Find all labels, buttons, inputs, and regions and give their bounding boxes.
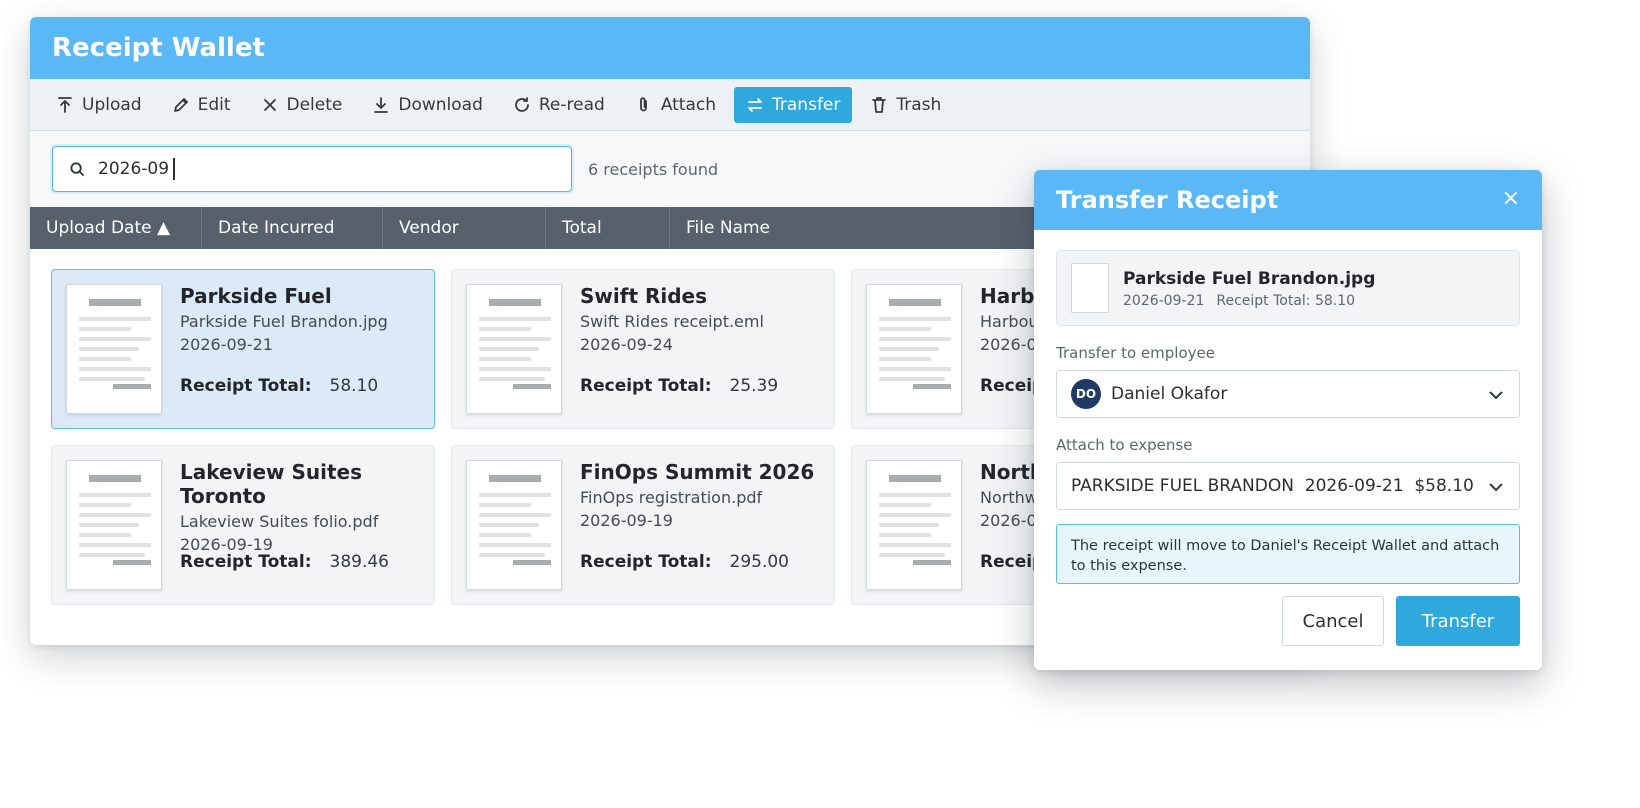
download-icon xyxy=(374,96,389,113)
download-label: Download xyxy=(398,94,483,115)
transfer-receipt-dialog: Transfer Receipt × Parkside Fuel Brandon… xyxy=(1034,170,1542,670)
receipt-card[interactable]: Parkside Fuel Parkside Fuel Brandon.jpg … xyxy=(51,269,435,429)
chevron-down-icon xyxy=(1489,391,1503,400)
trash-label: Trash xyxy=(896,94,942,115)
text-caret xyxy=(173,158,176,180)
expense-field-label: Attach to expense xyxy=(1056,436,1193,454)
cancel-button[interactable]: Cancel xyxy=(1282,596,1384,646)
employee-name: Daniel Okafor xyxy=(1111,384,1228,404)
receipt-thumbnail xyxy=(66,460,162,590)
receipt-card[interactable]: Swift Rides Swift Rides receipt.eml 2026… xyxy=(451,269,835,429)
receipt-date: 2026-09-24 xyxy=(580,335,673,354)
attach-label: Attach xyxy=(660,94,717,115)
receipt-total-amount: 295.00 xyxy=(729,552,789,572)
summary-total: Receipt Total: 58.10 xyxy=(1216,293,1356,309)
summary-date: 2026-09-21 xyxy=(1123,293,1205,309)
receipt-thumbnail xyxy=(466,460,562,590)
receipt-thumbnail xyxy=(866,460,962,590)
pencil-icon xyxy=(173,97,188,112)
receipt-vendor: Lakeview Suites Toronto xyxy=(180,460,362,508)
transfer-label: Transfer xyxy=(772,94,841,115)
edit-button[interactable]: Edit xyxy=(160,87,243,123)
receipt-thumbnail xyxy=(866,284,962,414)
column-total[interactable]: Total xyxy=(546,207,670,249)
close-icon[interactable]: × xyxy=(1502,186,1520,211)
column-date-incurred[interactable]: Date Incurred xyxy=(202,207,383,249)
x-icon xyxy=(263,98,276,111)
expense-select[interactable]: PARKSIDE FUEL BRANDON 2026-09-21 $58.10 xyxy=(1056,462,1520,510)
receipt-vendor: Swift Rides xyxy=(580,284,708,308)
confirm-transfer-button[interactable]: Transfer xyxy=(1396,596,1520,646)
avatar: DO xyxy=(1071,379,1101,409)
dialog-header: Transfer Receipt × xyxy=(1034,170,1542,230)
receipt-file-name: Swift Rides receipt.eml xyxy=(580,312,764,331)
upload-label: Upload xyxy=(82,94,142,115)
download-button[interactable]: Download xyxy=(360,87,495,123)
swap-icon xyxy=(748,97,762,112)
receipt-thumbnail xyxy=(66,284,162,414)
receipt-thumbnail xyxy=(1071,263,1109,313)
search-icon xyxy=(70,161,85,176)
receipt-total-amount: 389.46 xyxy=(329,552,389,572)
expense-value: PARKSIDE FUEL BRANDON 2026-09-21 $58.10 xyxy=(1071,476,1474,496)
employee-field-label: Transfer to employee xyxy=(1056,344,1215,362)
receipt-date: 2026-09-21 xyxy=(180,335,273,354)
chevron-down-icon xyxy=(1489,483,1503,492)
receipt-date: 2026-09-19 xyxy=(580,511,673,530)
trash-icon xyxy=(872,96,887,113)
receipt-total-amount: 25.39 xyxy=(729,376,779,396)
dialog-title: Transfer Receipt xyxy=(1056,186,1279,214)
app-title: Receipt Wallet xyxy=(52,33,265,63)
search-value: 2026-09 xyxy=(98,159,170,179)
receipt-file-name: FinOps registration.pdf xyxy=(580,488,763,507)
transfer-button[interactable]: Transfer xyxy=(734,86,853,123)
edit-label: Edit xyxy=(197,94,231,115)
receipt-total-amount: 58.10 xyxy=(329,376,379,396)
upload-icon xyxy=(58,96,72,113)
column-upload-date[interactable]: Upload Date ▲ xyxy=(30,207,202,249)
re-read-button[interactable]: Re-read xyxy=(501,87,617,123)
result-count: 6 receipts found xyxy=(588,159,719,179)
toolbar: Upload Edit Delete Download Re-read Atta… xyxy=(30,79,1310,131)
attach-button[interactable]: Attach xyxy=(623,87,728,123)
refresh-icon xyxy=(514,96,529,112)
receipt-total-label: Receipt Total: xyxy=(180,552,312,572)
column-file-name[interactable]: File Name xyxy=(670,207,1030,249)
receipt-total-label: Receipt Total: xyxy=(580,552,712,572)
column-vendor[interactable]: Vendor xyxy=(383,207,546,249)
receipt-file-name: Lakeview Suites folio.pdf xyxy=(180,512,379,531)
upload-button[interactable]: Upload xyxy=(44,87,154,123)
re-read-label: Re-read xyxy=(538,94,605,115)
info-message: The receipt will move to Daniel's Receip… xyxy=(1056,524,1520,584)
receipt-vendor: FinOps Summit 2026 xyxy=(580,460,815,484)
receipt-file-name: Parkside Fuel Brandon.jpg xyxy=(180,312,388,331)
paperclip-icon xyxy=(639,96,647,111)
search-input[interactable]: 2026-09 xyxy=(52,146,572,192)
receipt-total-label: Receipt Total: xyxy=(580,376,712,396)
trash-button[interactable]: Trash xyxy=(858,87,953,123)
receipt-total-label: Receipt Total: xyxy=(180,376,312,396)
delete-label: Delete xyxy=(286,94,343,115)
employee-select[interactable]: DO Daniel Okafor xyxy=(1056,370,1520,418)
title-bar: Receipt Wallet xyxy=(30,17,1310,79)
summary-file-name: Parkside Fuel Brandon.jpg xyxy=(1123,269,1376,289)
receipt-vendor: Parkside Fuel xyxy=(180,284,332,308)
receipt-card[interactable]: FinOps Summit 2026 FinOps registration.p… xyxy=(451,445,835,605)
delete-button[interactable]: Delete xyxy=(249,87,355,123)
receipt-thumbnail xyxy=(466,284,562,414)
receipt-card[interactable]: Lakeview Suites Toronto Lakeview Suites … xyxy=(51,445,435,605)
receipt-summary: Parkside Fuel Brandon.jpg 2026-09-21 Rece… xyxy=(1056,250,1520,326)
